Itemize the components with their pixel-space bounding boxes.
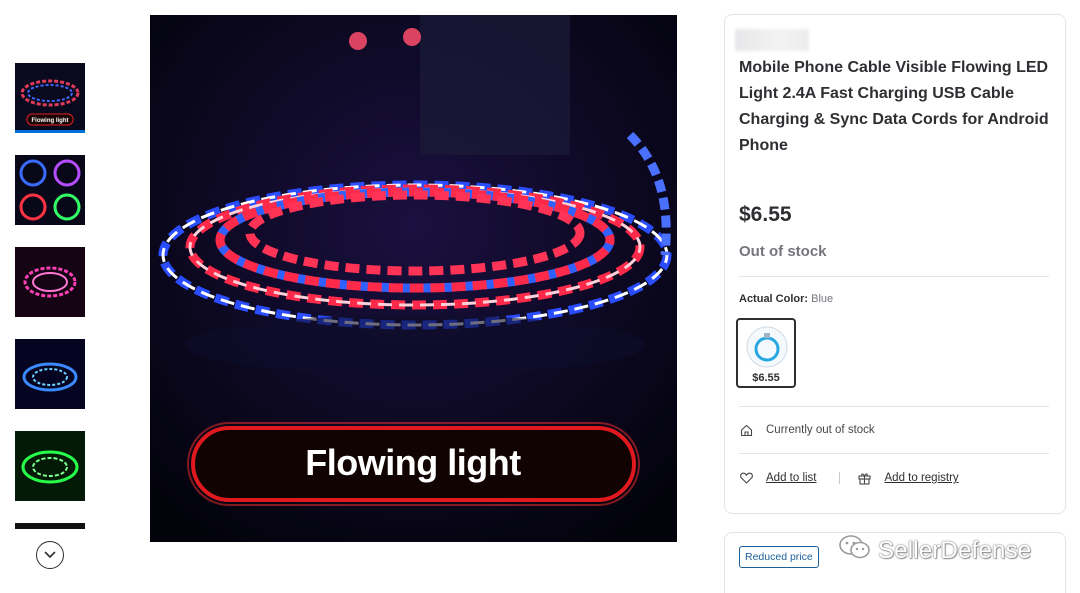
product-title: Mobile Phone Cable Visible Flowing LED L… [739, 59, 1049, 154]
heart-icon [739, 471, 753, 485]
swatch-price: $6.55 [752, 372, 780, 384]
thumbnail-1[interactable]: Flowing light [15, 63, 85, 133]
swatch-image [746, 326, 788, 368]
variant-label-value: Blue [811, 293, 834, 305]
fulfillment-status: Currently out of stock [766, 424, 875, 436]
thumbnails-scroll-down-button[interactable] [36, 541, 64, 569]
gift-icon [858, 471, 872, 485]
seller-name-redacted [735, 29, 809, 51]
stock-status: Out of stock [739, 243, 827, 260]
divider [739, 406, 1049, 407]
watermark: SellerDefense [838, 534, 1031, 567]
thumbnail-4[interactable] [15, 339, 85, 409]
variant-label: Actual Color: Blue [739, 293, 833, 305]
thumbnail-3[interactable] [15, 247, 85, 317]
wechat-logo-icon [838, 534, 872, 567]
divider [739, 453, 1049, 454]
thumbnail-strip: Flowing light [15, 63, 85, 529]
list-actions-row: Add to list Add to registry [739, 471, 959, 485]
watermark-text: SellerDefense [878, 536, 1032, 564]
add-to-registry-link[interactable]: Add to registry [885, 472, 959, 484]
separator [838, 472, 840, 484]
image-caption: Flowing light [305, 442, 521, 483]
reduced-price-badge: Reduced price [739, 546, 819, 568]
chevron-down-icon [44, 546, 56, 564]
thumbnail-6-partial[interactable] [15, 523, 85, 529]
fulfillment-row: Currently out of stock [739, 423, 875, 437]
variant-label-key: Actual Color: [739, 293, 809, 305]
thumbnail-5[interactable] [15, 431, 85, 501]
add-to-list-link[interactable]: Add to list [766, 472, 817, 484]
thumb-caption: Flowing light [32, 118, 69, 124]
product-info-card: Mobile Phone Cable Visible Flowing LED L… [724, 14, 1066, 514]
product-price: $6.55 [739, 203, 792, 226]
main-product-image[interactable]: Flowing light [150, 15, 677, 542]
color-swatch-blue[interactable]: $6.55 [736, 318, 796, 388]
divider [739, 276, 1049, 277]
thumbnail-2[interactable] [15, 155, 85, 225]
home-icon [739, 423, 753, 437]
